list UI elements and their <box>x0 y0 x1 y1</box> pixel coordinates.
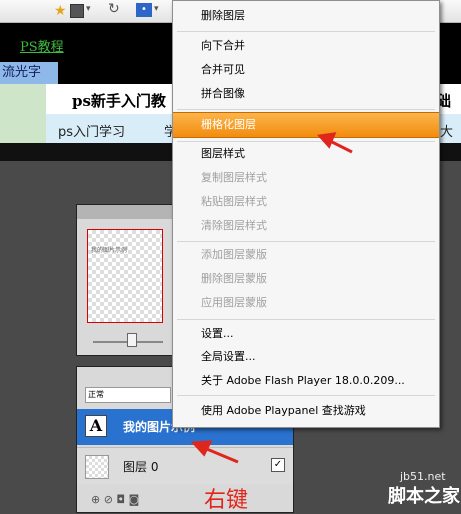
arrow-to-layer <box>190 440 239 464</box>
arrow-to-rasterize <box>317 132 353 154</box>
watermark-name: 脚本之家 <box>388 486 460 507</box>
annotation-arrows <box>190 132 353 464</box>
right-click-annotation: 右键 <box>204 488 249 513</box>
